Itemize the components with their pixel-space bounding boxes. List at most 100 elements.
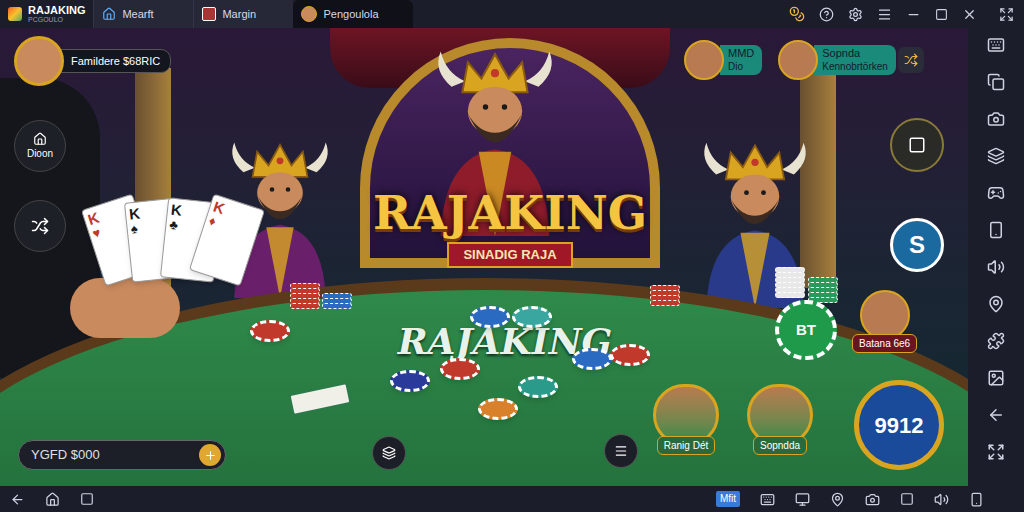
camera-icon[interactable] [865,492,880,507]
opponent-avatar [778,40,818,80]
keyboard-icon[interactable] [760,492,775,507]
sidebar-tool-icon[interactable] [987,110,1005,128]
sidebar-tool-icon[interactable] [987,258,1005,276]
home-icon[interactable] [45,492,60,507]
chip [440,358,480,380]
list-icon [614,444,628,458]
app-logo-icon [8,7,22,21]
seat[interactable]: Batana 6e6 [852,290,917,353]
settings-icon[interactable] [848,7,863,22]
tab-sublabel: PCGOULO [28,16,85,23]
chip [512,306,552,328]
monitor-icon[interactable] [795,492,810,507]
game-logo: RAJAKINGSINADIG RAJA [340,186,680,268]
side-button[interactable]: Dioon [14,120,66,172]
emulator-sidebar [968,28,1024,486]
share-button[interactable] [14,200,66,252]
volume-icon[interactable] [934,492,949,507]
player-avatar [14,36,64,86]
opponent-badge[interactable]: MMDDio [684,40,762,80]
add-button[interactable] [199,444,221,466]
sidebar-tool-icon[interactable] [987,443,1005,461]
card-rank: K [211,199,260,228]
share-icon [31,217,49,235]
chip-stack [650,286,680,306]
balance-field[interactable]: YGFD $000 [18,440,226,470]
sidebar-tool-icon[interactable] [987,295,1005,313]
player-badge[interactable]: Famildere $68RIC [14,36,171,86]
house-icon [33,132,47,146]
tab-label: Margin [222,9,256,20]
sidebar-tool-icon[interactable] [987,406,1005,424]
game-view[interactable]: RAJAKINGSINADIG RAJARAJAKINGBTK♥K♠K♣K♦Fa… [0,28,968,486]
window-icon[interactable] [900,492,914,506]
chip-stack [322,294,352,309]
tab-label: Mearft [122,9,153,20]
chip-stack [808,278,838,303]
seat[interactable]: Ranig Dét [644,384,728,455]
opponent-info: MMDDio [720,45,762,75]
logo-subtitle: SINADIG RAJA [447,242,572,268]
emulator-window: RAJAKINGPCGOULOMearftMarginPengoulolaRAJ… [0,0,1024,512]
tab-label: RAJAKING [28,5,85,16]
plus-icon [204,449,217,462]
minimize-icon[interactable] [906,7,921,22]
title-bar: RAJAKINGPCGOULO Mearft Margin Pengoulola [0,0,1024,28]
seat-avatar [860,290,910,340]
game-icon [202,7,216,21]
rotate-icon[interactable] [969,492,984,507]
chip [518,376,558,398]
tab[interactable]: Pengoulola [293,0,413,28]
bottom-badge[interactable]: Mfit [716,491,740,507]
chat-button[interactable] [604,434,638,468]
sidebar-tool-icon[interactable] [987,369,1005,387]
chip [572,348,612,370]
bet-chip-label: BT [796,319,816,342]
chip [478,398,518,420]
chip-stack [290,284,320,309]
stack-icon [382,446,396,460]
back-icon[interactable] [10,492,25,507]
pot-display: 9912 [854,380,944,470]
chip [390,370,430,392]
swap-button[interactable] [898,47,924,73]
maximize-icon[interactable] [935,8,948,21]
chip [610,344,650,366]
card-suit: ♦ [207,214,255,242]
sidebar-tool-icon[interactable] [987,184,1005,202]
opponent-info: SopndaKennobrtörken [814,45,896,75]
hand [70,278,180,338]
home-icon [102,7,116,21]
opponent-avatar [684,40,724,80]
help-icon[interactable] [819,7,834,22]
tab-label: Pengoulola [323,9,378,20]
swap-icon [904,53,918,67]
player-name: Famildere $68RIC [58,49,171,74]
player-hand[interactable]: K♥K♠K♣K♦ [92,200,254,280]
pillar [800,68,836,288]
sidebar-tool-icon[interactable] [987,147,1005,165]
location-icon[interactable] [830,492,845,507]
avatar-icon [301,6,317,22]
expand-icon[interactable] [999,7,1014,22]
sidebar-tool-icon[interactable] [987,332,1005,350]
chip-stack [775,268,805,298]
close-icon[interactable] [962,7,977,22]
seat[interactable]: Sopndda [738,384,822,455]
sidebar-tool-icon[interactable] [987,73,1005,91]
bottom-bar: Mfit [0,486,1024,512]
tab[interactable]: Margin [193,0,293,28]
menu-icon[interactable] [877,7,892,22]
bet-chip[interactable]: BT [775,300,837,360]
opponent-badge[interactable]: SopndaKennobrtörken [778,40,924,80]
table-button[interactable] [372,436,406,470]
sidebar-tool-icon[interactable] [987,36,1005,54]
currency-button[interactable]: S [890,218,944,272]
tab[interactable]: RAJAKINGPCGOULO [0,0,93,28]
recents-icon[interactable] [80,492,94,506]
panel-icon [908,136,926,154]
tab[interactable]: Mearft [93,0,193,28]
coins-icon[interactable] [789,6,805,22]
menu-button[interactable] [890,118,944,172]
sidebar-tool-icon[interactable] [987,221,1005,239]
